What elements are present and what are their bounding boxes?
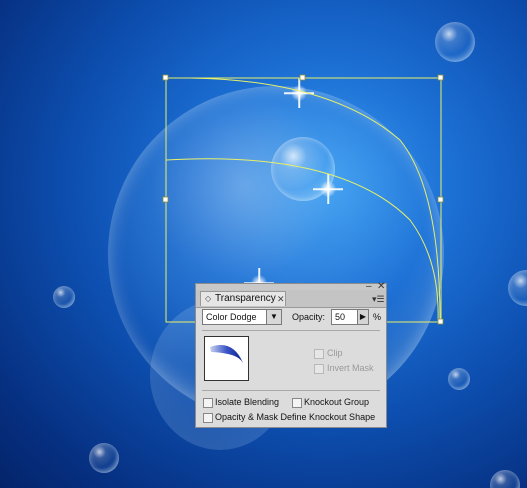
opacity-percent-sign: %: [373, 312, 382, 322]
knockout-group-label: Knockout Group: [304, 397, 370, 407]
handle-middle-right[interactable]: [437, 196, 444, 203]
opacity-slider-arrow-icon[interactable]: ▶: [357, 309, 369, 325]
knockout-group-checkbox[interactable]: [292, 398, 302, 408]
tab-transparency-label: Transparency: [215, 293, 276, 304]
clip-label: Clip: [327, 348, 343, 358]
handle-middle-left[interactable]: [162, 196, 169, 203]
divider: [202, 330, 380, 331]
crescent-brush-thumbnail-icon[interactable]: [204, 336, 249, 381]
divider: [202, 390, 380, 391]
handle-bottom-right[interactable]: [437, 318, 444, 325]
opacity-mask-knockout-label: Opacity & Mask Define Knockout Shape: [215, 412, 376, 422]
transparency-panel[interactable]: ‒ ✕ ◇ Transparency ✕ ▾☰ Color Dodge ▼ Op…: [195, 282, 387, 428]
isolate-blending-checkbox[interactable]: [203, 398, 213, 408]
opacity-input[interactable]: 50: [331, 309, 358, 325]
chevron-down-icon[interactable]: ▼: [266, 310, 281, 324]
blend-mode-value: Color Dodge: [206, 312, 257, 322]
invert-mask-label: Invert Mask: [327, 363, 374, 373]
handle-top-left[interactable]: [162, 74, 169, 81]
panel-menu-icon[interactable]: ▾☰: [372, 294, 385, 305]
opacity-mask-knockout-checkbox[interactable]: [203, 413, 213, 423]
handle-top-right[interactable]: [437, 74, 444, 81]
blend-mode-dropdown[interactable]: Color Dodge ▼: [202, 309, 282, 325]
isolate-blending-label: Isolate Blending: [215, 397, 280, 407]
panel-tab-row: ◇ Transparency ✕ ▾☰: [196, 290, 386, 308]
tab-close-icon[interactable]: ✕: [277, 292, 285, 306]
tab-expand-icon[interactable]: ◇: [205, 292, 211, 305]
opacity-label: Opacity:: [292, 312, 326, 322]
clip-checkbox[interactable]: [314, 349, 324, 359]
handle-top-middle[interactable]: [299, 74, 306, 81]
tab-transparency[interactable]: ◇ Transparency ✕: [200, 291, 286, 306]
invert-mask-checkbox[interactable]: [314, 364, 324, 374]
